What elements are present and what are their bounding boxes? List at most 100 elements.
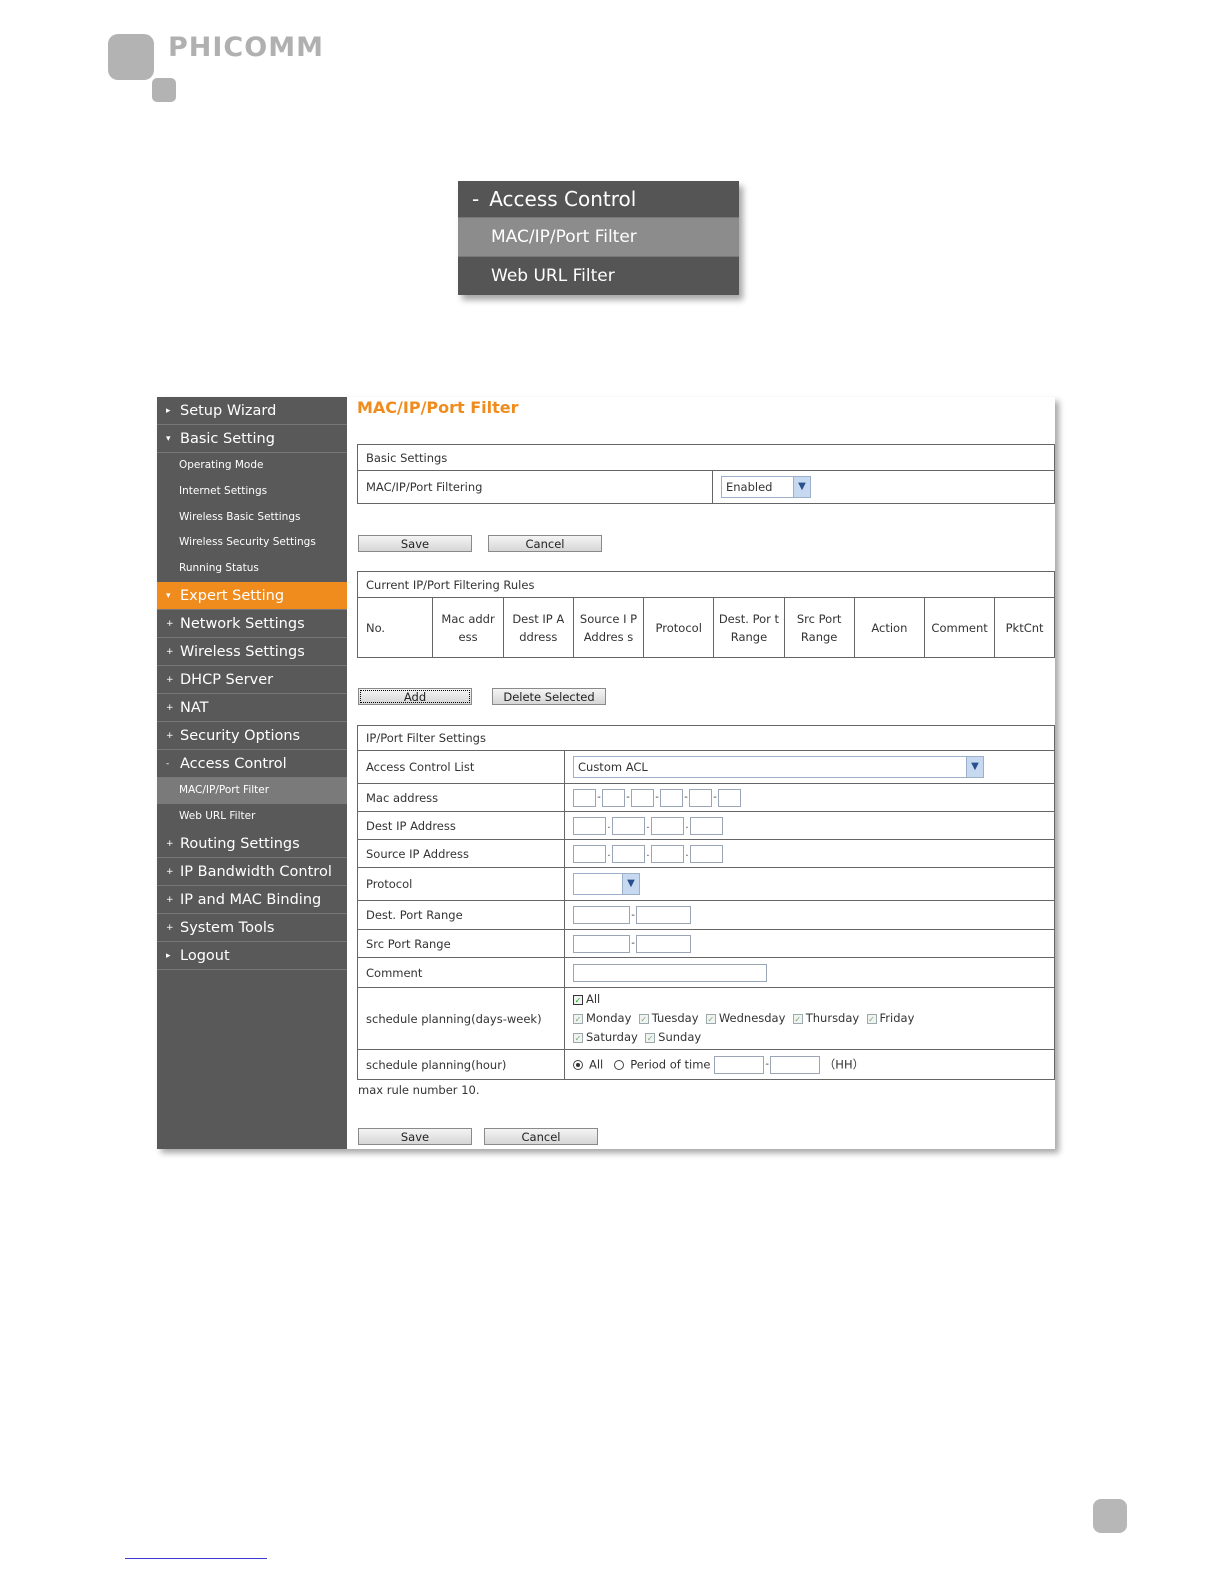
cancel-button-bottom[interactable]: Cancel bbox=[484, 1128, 598, 1145]
dest-ip-octet-3[interactable] bbox=[651, 816, 684, 835]
router-admin-screenshot: ▸ Setup Wizard ▾ Basic Setting Operating M… bbox=[157, 397, 1055, 1149]
dest-port-inputs: - bbox=[564, 900, 1055, 930]
checkbox-all-days[interactable]: ✓ bbox=[573, 994, 583, 1005]
dest-port-start[interactable] bbox=[573, 906, 630, 924]
sidebar-item-expert-setting[interactable]: ▾ Expert Setting bbox=[157, 581, 347, 610]
sidebar-item-network-settings[interactable]: + Network Settings bbox=[157, 610, 347, 638]
mac-octet-2[interactable] bbox=[602, 788, 625, 807]
col-comment: Comment bbox=[923, 597, 996, 658]
source-ip-label: Source IP Address bbox=[357, 839, 565, 868]
checkbox-sunday[interactable]: ✓ bbox=[645, 1032, 656, 1043]
sidebar-item-wireless-settings[interactable]: + Wireless Settings bbox=[157, 638, 347, 666]
sidebar-subitem-internet-settings[interactable]: Internet Settings bbox=[157, 479, 347, 505]
radio-hour-all[interactable] bbox=[573, 1059, 583, 1070]
chevron-down-icon: ▼ bbox=[622, 874, 639, 894]
protocol-label: Protocol bbox=[357, 867, 565, 901]
minus-icon: - bbox=[166, 758, 170, 769]
col-dest-ip: Dest IP A ddress bbox=[502, 597, 574, 658]
acl-select[interactable]: Custom ACL ▼ bbox=[573, 756, 984, 778]
dest-ip-octet-2[interactable] bbox=[612, 816, 645, 835]
sidebar-item-ip-mac-binding[interactable]: + IP and MAC Binding bbox=[157, 886, 347, 914]
cancel-button-top[interactable]: Cancel bbox=[488, 535, 602, 552]
sidebar-item-logout[interactable]: ▸ Logout bbox=[157, 942, 347, 970]
hour-end-input[interactable] bbox=[770, 1055, 821, 1074]
checkbox-tuesday[interactable]: ✓ bbox=[638, 1013, 649, 1024]
filtering-select[interactable]: Enabled ▼ bbox=[721, 476, 811, 498]
source-ip-octet-3[interactable] bbox=[651, 844, 684, 863]
basic-settings-table: Basic Settings MAC/IP/Port Filtering Ena… bbox=[357, 444, 1055, 504]
checkbox-friday[interactable]: ✓ bbox=[866, 1013, 877, 1024]
sidebar-subitem-wireless-basic[interactable]: Wireless Basic Settings bbox=[157, 505, 347, 531]
source-ip-octet-1[interactable] bbox=[573, 844, 606, 863]
max-rule-note: max rule number 10. bbox=[358, 1083, 480, 1097]
source-ip-inputs: ... bbox=[564, 839, 1055, 868]
sidebar-item-security-options[interactable]: + Security Options bbox=[157, 722, 347, 750]
dest-ip-octet-4[interactable] bbox=[690, 816, 723, 835]
checkbox-saturday[interactable]: ✓ bbox=[573, 1032, 583, 1043]
mac-octet-3[interactable] bbox=[631, 788, 654, 807]
radio-hour-period[interactable] bbox=[614, 1059, 625, 1070]
chevron-down-icon: ▼ bbox=[793, 477, 810, 497]
sidebar-item-dhcp-server[interactable]: + DHCP Server bbox=[157, 666, 347, 694]
page-number-badge bbox=[1093, 1499, 1127, 1533]
checkbox-monday[interactable]: ✓ bbox=[573, 1013, 583, 1024]
col-pktcnt: PktCnt bbox=[994, 597, 1055, 658]
save-button-bottom[interactable]: Save bbox=[358, 1128, 472, 1145]
sidebar-subitem-operating-mode[interactable]: Operating Mode bbox=[157, 453, 347, 479]
save-button-top[interactable]: Save bbox=[358, 535, 472, 552]
sidebar-subitem-wireless-security[interactable]: Wireless Security Settings bbox=[157, 530, 347, 556]
days-label: schedule planning(days-week) bbox=[357, 987, 565, 1050]
col-source-ip: Source I P Addres s bbox=[572, 597, 645, 658]
plus-icon: + bbox=[166, 894, 174, 905]
dest-port-label: Dest. Port Range bbox=[357, 900, 565, 930]
mac-octet-1[interactable] bbox=[573, 788, 596, 807]
sidebar-item-access-control[interactable]: - Access Control bbox=[157, 750, 347, 778]
sidebar-item-setup-wizard[interactable]: ▸ Setup Wizard bbox=[157, 397, 347, 425]
acl-label: Access Control List bbox=[357, 750, 565, 784]
menu-item-web-url-filter[interactable]: Web URL Filter bbox=[458, 256, 739, 295]
protocol-select[interactable]: ▼ bbox=[573, 873, 640, 895]
mac-octet-5[interactable] bbox=[689, 788, 712, 807]
hour-start-input[interactable] bbox=[714, 1055, 765, 1074]
sidebar-item-nat[interactable]: + NAT bbox=[157, 694, 347, 722]
sidebar-item-routing-settings[interactable]: + Routing Settings bbox=[157, 830, 347, 858]
col-dest-port: Dest. Por t Range bbox=[713, 597, 785, 658]
source-ip-octet-4[interactable] bbox=[690, 844, 723, 863]
sidebar-item-system-tools[interactable]: + System Tools bbox=[157, 914, 347, 942]
access-control-menu-header[interactable]: - Access Control bbox=[458, 181, 739, 218]
plus-icon: + bbox=[166, 838, 174, 849]
mac-label: Mac address bbox=[357, 783, 565, 812]
sidebar-subitem-web-url-filter[interactable]: Web URL Filter bbox=[157, 804, 347, 830]
delete-selected-button[interactable]: Delete Selected bbox=[492, 688, 606, 705]
col-protocol: Protocol bbox=[643, 597, 715, 658]
comment-input[interactable] bbox=[573, 963, 767, 982]
days-checkboxes: ✓ All ✓ Monday ✓ Tuesday ✓ Wednesday ✓ Thursd… bbox=[564, 987, 1055, 1050]
hour-options: All Period of time - （HH） bbox=[564, 1049, 1055, 1080]
mac-octet-6[interactable] bbox=[718, 788, 741, 807]
src-port-end[interactable] bbox=[636, 934, 691, 953]
sidebar-subitem-running-status[interactable]: Running Status bbox=[157, 556, 347, 582]
comment-label: Comment bbox=[357, 957, 565, 988]
dest-port-end[interactable] bbox=[636, 906, 691, 924]
checkbox-wednesday[interactable]: ✓ bbox=[705, 1013, 716, 1024]
sidebar-subitem-mac-ip-port-filter[interactable]: MAC/IP/Port Filter bbox=[157, 777, 347, 804]
src-port-inputs: - bbox=[564, 929, 1055, 958]
dest-ip-octet-1[interactable] bbox=[573, 816, 606, 835]
source-ip-octet-2[interactable] bbox=[612, 844, 645, 863]
add-button[interactable]: Add bbox=[358, 688, 472, 705]
sidebar-item-basic-setting[interactable]: ▾ Basic Setting bbox=[157, 425, 347, 453]
logo-text: PHICOMM bbox=[168, 32, 324, 63]
logo-square-small bbox=[152, 78, 176, 102]
rules-header: Current IP/Port Filtering Rules bbox=[357, 571, 1055, 598]
sidebar-item-ip-bandwidth-control[interactable]: + IP Bandwidth Control bbox=[157, 858, 347, 886]
logo-square-large bbox=[108, 34, 154, 80]
menu-item-mac-ip-port-filter[interactable]: MAC/IP/Port Filter bbox=[458, 218, 739, 256]
basic-settings-header: Basic Settings bbox=[357, 444, 1055, 471]
dest-ip-inputs: ... bbox=[564, 811, 1055, 840]
plus-icon: + bbox=[166, 922, 174, 933]
src-port-start[interactable] bbox=[573, 934, 630, 953]
checkbox-thursday[interactable]: ✓ bbox=[792, 1013, 803, 1024]
caret-down-icon: ▾ bbox=[166, 434, 171, 444]
mac-address-inputs: ----- bbox=[564, 783, 1055, 812]
mac-octet-4[interactable] bbox=[660, 788, 683, 807]
